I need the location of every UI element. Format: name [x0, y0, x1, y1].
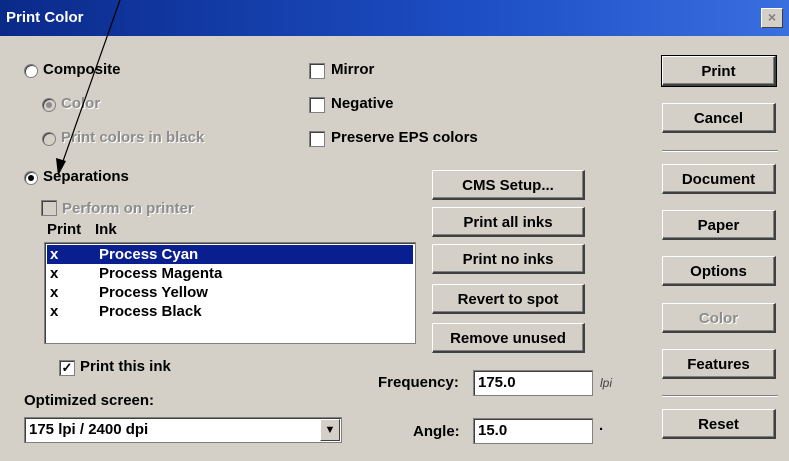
print-color-dialog: Print Color × Composite Color Print colo… — [0, 0, 789, 461]
annotation-arrow — [56, 0, 121, 176]
